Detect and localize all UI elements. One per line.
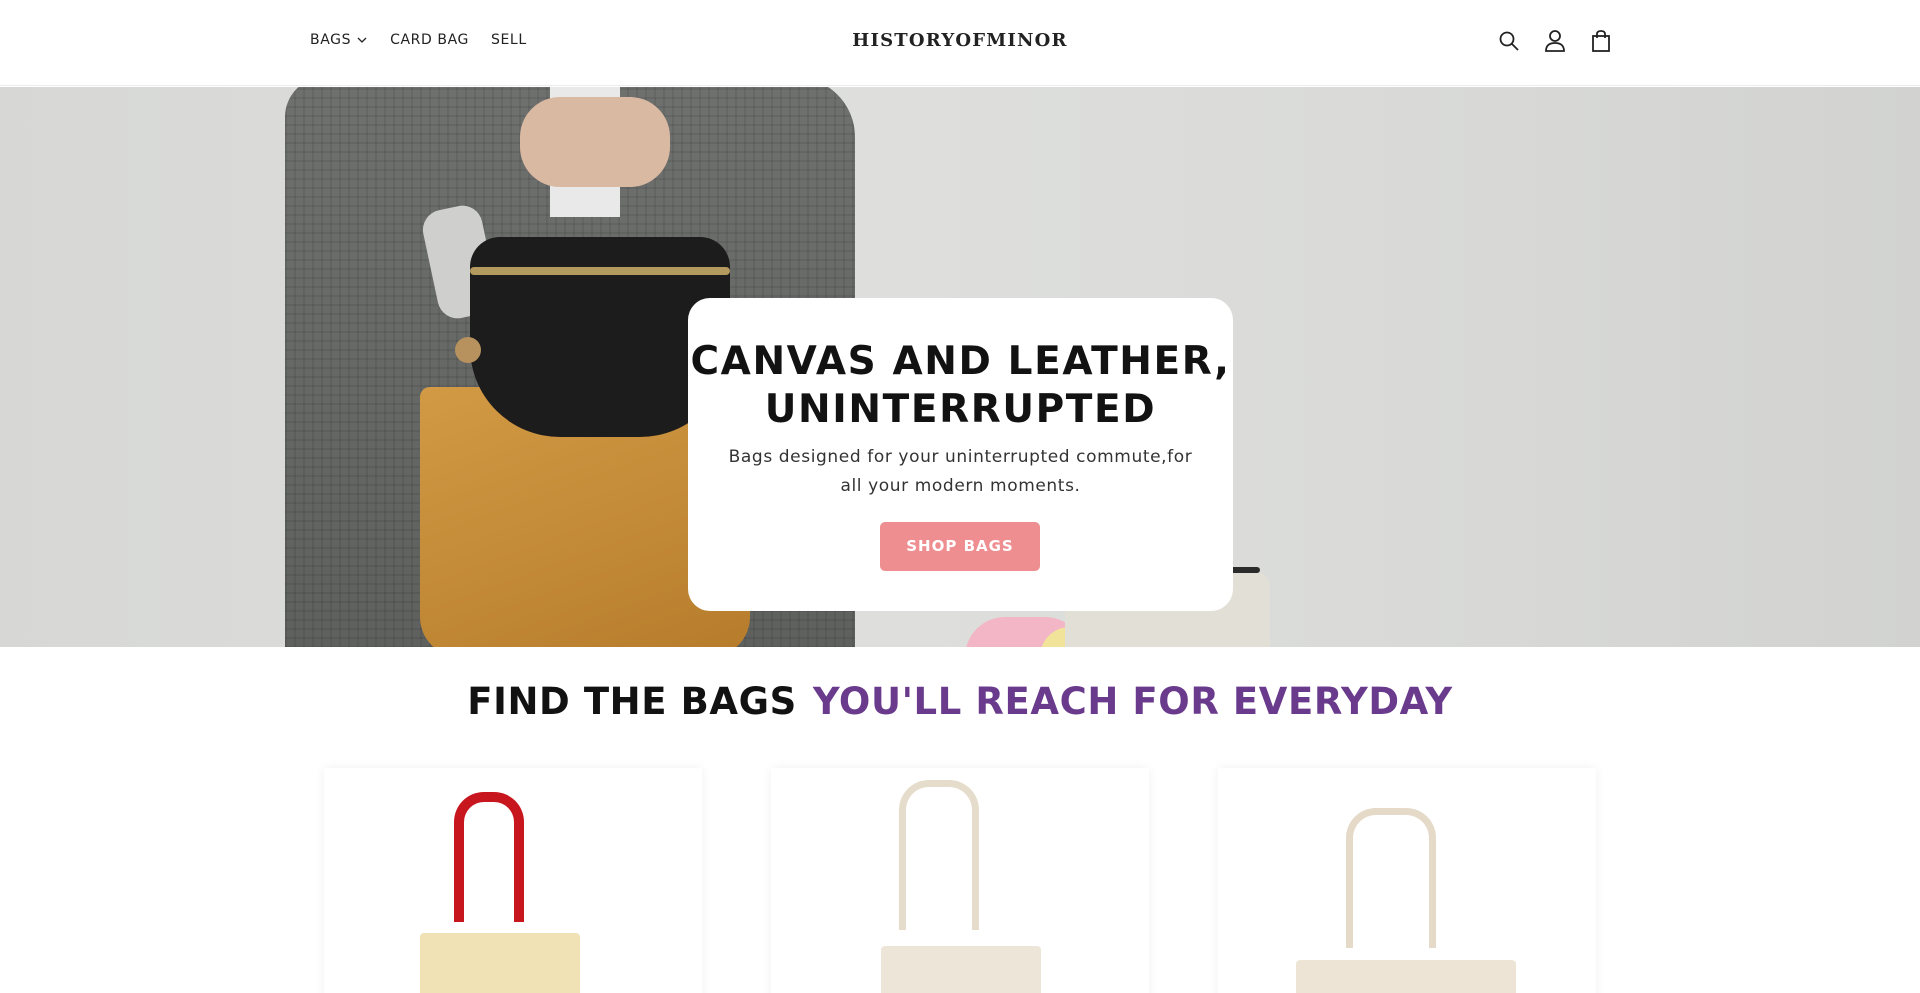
main-nav: BAGS CARD BAG SELL bbox=[310, 32, 527, 48]
account-icon bbox=[1545, 30, 1565, 52]
nav-item-card-bag[interactable]: CARD BAG bbox=[390, 32, 469, 48]
account-button[interactable] bbox=[1542, 28, 1568, 54]
product-card[interactable] bbox=[771, 768, 1149, 993]
nav-item-label: BAGS bbox=[310, 32, 352, 48]
nav-item-bags[interactable]: BAGS bbox=[310, 32, 368, 48]
section-title-part1: FIND THE BAGS bbox=[467, 680, 797, 723]
nav-item-label: SELL bbox=[490, 32, 527, 48]
hero-title: CANVAS AND LEATHER, UNINTERRUPTED bbox=[690, 339, 1231, 432]
chevron-down-icon bbox=[357, 37, 367, 43]
header-icons bbox=[1496, 28, 1614, 54]
nav-item-sell[interactable]: SELL bbox=[491, 32, 527, 48]
hero-card: CANVAS AND LEATHER, UNINTERRUPTED Bags d… bbox=[688, 298, 1233, 611]
section-title: FIND THE BAGS YOU'LL REACH FOR EVERYDAY bbox=[0, 680, 1920, 723]
product-card[interactable] bbox=[1218, 768, 1596, 993]
product-card[interactable] bbox=[324, 768, 702, 993]
hero-subtitle: Bags designed for your uninterrupted com… bbox=[728, 447, 1193, 496]
cart-icon bbox=[1592, 30, 1610, 52]
cart-button[interactable] bbox=[1588, 28, 1614, 54]
hero-banner: CANVAS AND LEATHER, UNINTERRUPTED Bags d… bbox=[0, 87, 1920, 647]
section-title-part2: YOU'LL REACH FOR EVERYDAY bbox=[812, 680, 1453, 723]
search-button[interactable] bbox=[1496, 28, 1522, 54]
site-logo[interactable]: HISTORYOFMINOR bbox=[852, 30, 1067, 51]
nav-item-label: CARD BAG bbox=[390, 32, 469, 48]
logo-container: HISTORYOFMINOR bbox=[0, 30, 1920, 51]
shop-bags-button[interactable]: SHOP BAGS bbox=[880, 522, 1040, 571]
site-header: BAGS CARD BAG SELL HISTORYOFMINOR bbox=[0, 0, 1920, 86]
search-icon bbox=[1499, 31, 1519, 51]
